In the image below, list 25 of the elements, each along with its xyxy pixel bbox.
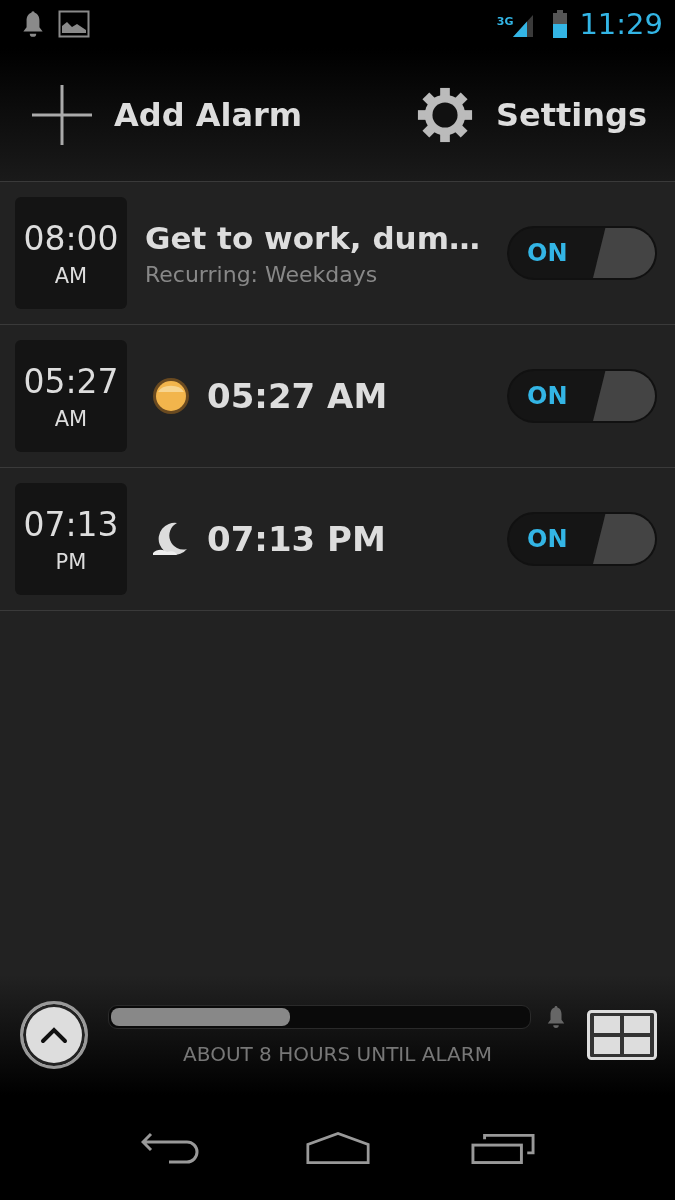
add-alarm-button[interactable]: Add Alarm [32, 84, 303, 145]
status-time: 11:29 [579, 7, 663, 41]
grid-view-button[interactable] [587, 1010, 657, 1060]
alarm-time-tile: 05:27 AM [15, 340, 127, 452]
image-icon [58, 10, 90, 38]
network-type: 3G [496, 15, 514, 28]
caret-icon [39, 1025, 69, 1045]
alarm-time-tile: 07:13 PM [15, 483, 127, 595]
time-until-alarm: ABOUT 8 HOURS UNTIL ALARM [183, 1042, 492, 1066]
alarm-time[interactable]: 05:27 AM [207, 376, 388, 416]
alarm-toggle[interactable]: ON [507, 512, 657, 566]
plus-icon [32, 84, 92, 145]
alarm-recurrence: Recurring: Weekdays [145, 261, 379, 287]
settings-button[interactable]: Settings [415, 85, 647, 144]
bell-icon [20, 9, 46, 39]
home-icon[interactable] [305, 1129, 370, 1166]
alarm-time-tile: 08:00 AM [15, 197, 127, 309]
settings-icon [415, 85, 474, 144]
bell-icon [545, 1004, 567, 1030]
battery-icon [553, 10, 568, 38]
alarm-toggle[interactable]: ON [507, 369, 657, 423]
sun-icon [151, 376, 191, 416]
alarm-toggle[interactable]: ON [507, 226, 657, 280]
alarm-title[interactable]: Get to work, dum… [145, 219, 489, 256]
alarm-time[interactable]: 07:13 PM [207, 519, 386, 559]
